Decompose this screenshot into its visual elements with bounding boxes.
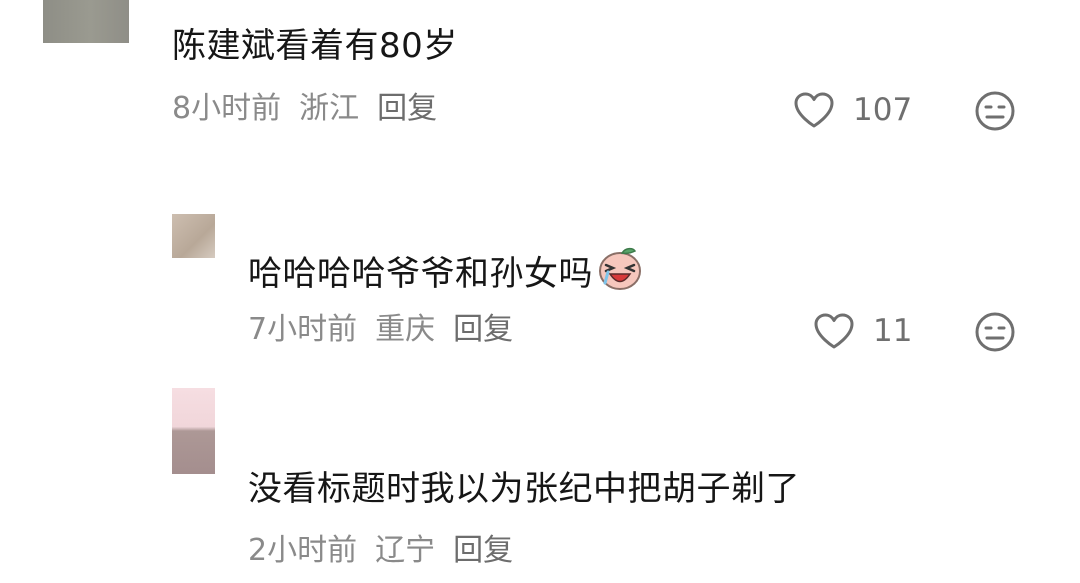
comment-meta: 8小时前 浙江 回复	[172, 91, 455, 127]
comment-time: 8小时前	[172, 91, 282, 126]
heart-outline-icon	[814, 313, 854, 349]
comment-text: 没看标题时我以为张纪中把胡子剃了	[248, 469, 800, 509]
laughing-crying-peach-emoji	[599, 247, 641, 290]
reply-button[interactable]: 回复	[377, 91, 437, 126]
like-button[interactable]: 11	[813, 312, 912, 350]
reply-button[interactable]: 回复	[453, 533, 513, 568]
comment-text: 哈哈哈哈爷爷和孙女吗	[248, 245, 643, 294]
comment-location: 辽宁	[375, 533, 436, 568]
avatar[interactable]	[43, 0, 129, 43]
like-button[interactable]: 107	[793, 91, 912, 129]
meh-face-icon[interactable]	[974, 90, 1016, 132]
comment-time: 7小时前	[248, 312, 358, 347]
comment-location: 重庆	[375, 312, 436, 347]
comment-meta: 7小时前 重庆 回复	[248, 312, 531, 348]
like-count: 107	[853, 92, 913, 128]
heart-outline-icon	[794, 92, 834, 128]
avatar[interactable]	[172, 388, 215, 474]
comment-text-content: 哈哈哈哈爷爷和孙女吗	[248, 254, 593, 294]
comment-time: 2小时前	[248, 533, 358, 568]
meh-face-icon[interactable]	[974, 311, 1016, 353]
reply-button[interactable]: 回复	[453, 312, 513, 347]
comment-text: 陈建斌看着有80岁	[172, 26, 458, 66]
comment-meta: 2小时前 辽宁 回复	[248, 533, 531, 569]
avatar[interactable]	[172, 214, 215, 258]
comment-location: 浙江	[299, 91, 360, 126]
like-count: 11	[873, 313, 913, 349]
